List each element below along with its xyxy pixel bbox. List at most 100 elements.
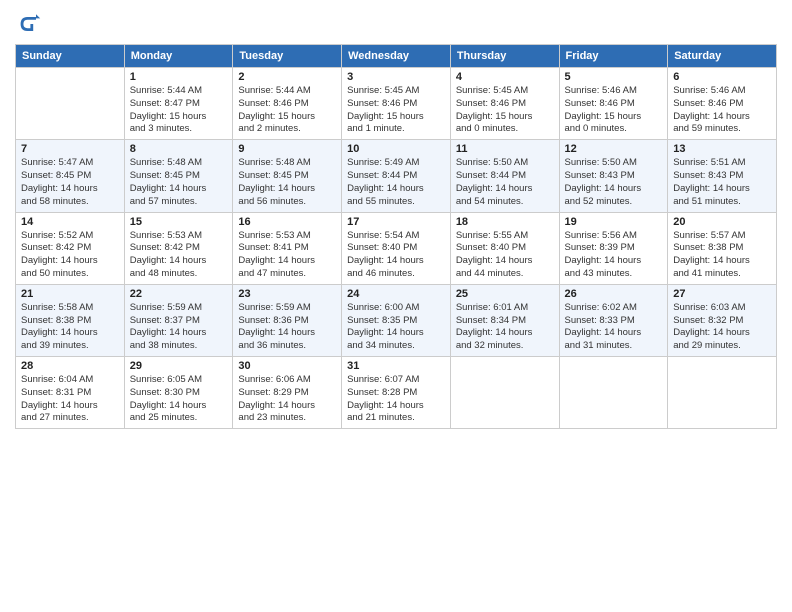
logo: [15, 10, 47, 38]
weekday-header-thursday: Thursday: [450, 45, 559, 68]
weekday-header-row: SundayMondayTuesdayWednesdayThursdayFrid…: [16, 45, 777, 68]
calendar-cell: 4 Sunrise: 5:45 AM Sunset: 8:46 PM Daylig…: [450, 68, 559, 140]
calendar-cell: 28 Sunrise: 6:04 AM Sunset: 8:31 PM Dayli…: [16, 357, 125, 429]
calendar-cell: 7 Sunrise: 5:47 AM Sunset: 8:45 PM Daylig…: [16, 140, 125, 212]
weekday-header-monday: Monday: [124, 45, 233, 68]
day-info: Sunrise: 5:50 AM Sunset: 8:44 PM Dayligh…: [456, 157, 554, 208]
day-number: 6: [673, 71, 771, 83]
calendar-week-row: 14 Sunrise: 5:52 AM Sunset: 8:42 PM Dayli…: [16, 212, 777, 284]
calendar-cell: 6 Sunrise: 5:46 AM Sunset: 8:46 PM Daylig…: [668, 68, 777, 140]
day-info: Sunrise: 6:06 AM Sunset: 8:29 PM Dayligh…: [238, 374, 336, 425]
day-info: Sunrise: 5:48 AM Sunset: 8:45 PM Dayligh…: [238, 157, 336, 208]
calendar-cell: 2 Sunrise: 5:44 AM Sunset: 8:46 PM Daylig…: [233, 68, 342, 140]
day-number: 22: [130, 288, 228, 300]
day-info: Sunrise: 5:55 AM Sunset: 8:40 PM Dayligh…: [456, 230, 554, 281]
day-number: 30: [238, 360, 336, 372]
day-info: Sunrise: 5:53 AM Sunset: 8:41 PM Dayligh…: [238, 230, 336, 281]
calendar-cell: 29 Sunrise: 6:05 AM Sunset: 8:30 PM Dayli…: [124, 357, 233, 429]
day-number: 15: [130, 216, 228, 228]
day-number: 16: [238, 216, 336, 228]
calendar-cell: 18Sunrise: 5:55 AM Sunset: 8:40 PM Dayli…: [450, 212, 559, 284]
day-number: 14: [21, 216, 119, 228]
day-number: 1: [130, 71, 228, 83]
day-info: Sunrise: 6:03 AM Sunset: 8:32 PM Dayligh…: [673, 302, 771, 353]
calendar-cell: [16, 68, 125, 140]
calendar-cell: 21 Sunrise: 5:58 AM Sunset: 8:38 PM Dayli…: [16, 284, 125, 356]
day-info: Sunrise: 5:44 AM Sunset: 8:47 PM Dayligh…: [130, 85, 228, 136]
calendar-cell: [668, 357, 777, 429]
day-number: 7: [21, 143, 119, 155]
calendar-cell: 26 Sunrise: 6:02 AM Sunset: 8:33 PM Dayli…: [559, 284, 668, 356]
calendar-week-row: 28 Sunrise: 6:04 AM Sunset: 8:31 PM Dayli…: [16, 357, 777, 429]
calendar-cell: 14 Sunrise: 5:52 AM Sunset: 8:42 PM Dayli…: [16, 212, 125, 284]
day-number: 8: [130, 143, 228, 155]
calendar-cell: 15Sunrise: 5:53 AM Sunset: 8:42 PM Dayli…: [124, 212, 233, 284]
day-number: 12: [565, 143, 663, 155]
day-info: Sunrise: 5:57 AM Sunset: 8:38 PM Dayligh…: [673, 230, 771, 281]
day-number: 19: [565, 216, 663, 228]
calendar-table: SundayMondayTuesdayWednesdayThursdayFrid…: [15, 44, 777, 429]
day-number: 9: [238, 143, 336, 155]
logo-icon: [15, 10, 43, 38]
calendar-cell: 11 Sunrise: 5:50 AM Sunset: 8:44 PM Dayli…: [450, 140, 559, 212]
calendar-cell: 9 Sunrise: 5:48 AM Sunset: 8:45 PM Daylig…: [233, 140, 342, 212]
calendar-cell: 1 Sunrise: 5:44 AM Sunset: 8:47 PM Daylig…: [124, 68, 233, 140]
day-info: Sunrise: 5:46 AM Sunset: 8:46 PM Dayligh…: [673, 85, 771, 136]
day-info: Sunrise: 6:04 AM Sunset: 8:31 PM Dayligh…: [21, 374, 119, 425]
calendar-cell: 10 Sunrise: 5:49 AM Sunset: 8:44 PM Dayli…: [342, 140, 451, 212]
calendar-week-row: 1 Sunrise: 5:44 AM Sunset: 8:47 PM Daylig…: [16, 68, 777, 140]
calendar-cell: 22Sunrise: 5:59 AM Sunset: 8:37 PM Dayli…: [124, 284, 233, 356]
day-info: Sunrise: 5:54 AM Sunset: 8:40 PM Dayligh…: [347, 230, 445, 281]
day-number: 28: [21, 360, 119, 372]
calendar-cell: 24Sunrise: 6:00 AM Sunset: 8:35 PM Dayli…: [342, 284, 451, 356]
calendar-cell: 12Sunrise: 5:50 AM Sunset: 8:43 PM Dayli…: [559, 140, 668, 212]
weekday-header-wednesday: Wednesday: [342, 45, 451, 68]
day-info: Sunrise: 6:01 AM Sunset: 8:34 PM Dayligh…: [456, 302, 554, 353]
day-info: Sunrise: 5:58 AM Sunset: 8:38 PM Dayligh…: [21, 302, 119, 353]
calendar-cell: [450, 357, 559, 429]
day-number: 27: [673, 288, 771, 300]
day-number: 4: [456, 71, 554, 83]
day-number: 11: [456, 143, 554, 155]
day-number: 2: [238, 71, 336, 83]
day-number: 20: [673, 216, 771, 228]
calendar-cell: 8Sunrise: 5:48 AM Sunset: 8:45 PM Daylig…: [124, 140, 233, 212]
day-info: Sunrise: 5:52 AM Sunset: 8:42 PM Dayligh…: [21, 230, 119, 281]
day-number: 21: [21, 288, 119, 300]
calendar-cell: 17Sunrise: 5:54 AM Sunset: 8:40 PM Dayli…: [342, 212, 451, 284]
day-number: 23: [238, 288, 336, 300]
weekday-header-sunday: Sunday: [16, 45, 125, 68]
day-info: Sunrise: 5:45 AM Sunset: 8:46 PM Dayligh…: [456, 85, 554, 136]
day-info: Sunrise: 5:59 AM Sunset: 8:36 PM Dayligh…: [238, 302, 336, 353]
day-info: Sunrise: 5:47 AM Sunset: 8:45 PM Dayligh…: [21, 157, 119, 208]
day-info: Sunrise: 5:44 AM Sunset: 8:46 PM Dayligh…: [238, 85, 336, 136]
calendar-cell: 3Sunrise: 5:45 AM Sunset: 8:46 PM Daylig…: [342, 68, 451, 140]
day-number: 26: [565, 288, 663, 300]
calendar-cell: 13Sunrise: 5:51 AM Sunset: 8:43 PM Dayli…: [668, 140, 777, 212]
calendar-cell: 16 Sunrise: 5:53 AM Sunset: 8:41 PM Dayli…: [233, 212, 342, 284]
calendar-cell: 23 Sunrise: 5:59 AM Sunset: 8:36 PM Dayli…: [233, 284, 342, 356]
day-number: 10: [347, 143, 445, 155]
day-info: Sunrise: 5:49 AM Sunset: 8:44 PM Dayligh…: [347, 157, 445, 208]
day-info: Sunrise: 6:02 AM Sunset: 8:33 PM Dayligh…: [565, 302, 663, 353]
day-info: Sunrise: 5:46 AM Sunset: 8:46 PM Dayligh…: [565, 85, 663, 136]
calendar-week-row: 7 Sunrise: 5:47 AM Sunset: 8:45 PM Daylig…: [16, 140, 777, 212]
weekday-header-tuesday: Tuesday: [233, 45, 342, 68]
day-number: 29: [130, 360, 228, 372]
page: SundayMondayTuesdayWednesdayThursdayFrid…: [0, 0, 792, 612]
calendar-week-row: 21 Sunrise: 5:58 AM Sunset: 8:38 PM Dayli…: [16, 284, 777, 356]
calendar-cell: [559, 357, 668, 429]
day-number: 3: [347, 71, 445, 83]
calendar-cell: 5 Sunrise: 5:46 AM Sunset: 8:46 PM Daylig…: [559, 68, 668, 140]
day-info: Sunrise: 5:56 AM Sunset: 8:39 PM Dayligh…: [565, 230, 663, 281]
day-info: Sunrise: 6:05 AM Sunset: 8:30 PM Dayligh…: [130, 374, 228, 425]
calendar-cell: 30 Sunrise: 6:06 AM Sunset: 8:29 PM Dayli…: [233, 357, 342, 429]
header: [15, 10, 777, 38]
day-info: Sunrise: 6:07 AM Sunset: 8:28 PM Dayligh…: [347, 374, 445, 425]
day-info: Sunrise: 6:00 AM Sunset: 8:35 PM Dayligh…: [347, 302, 445, 353]
calendar-cell: 25Sunrise: 6:01 AM Sunset: 8:34 PM Dayli…: [450, 284, 559, 356]
day-number: 5: [565, 71, 663, 83]
day-info: Sunrise: 5:51 AM Sunset: 8:43 PM Dayligh…: [673, 157, 771, 208]
weekday-header-saturday: Saturday: [668, 45, 777, 68]
calendar-cell: 20 Sunrise: 5:57 AM Sunset: 8:38 PM Dayli…: [668, 212, 777, 284]
